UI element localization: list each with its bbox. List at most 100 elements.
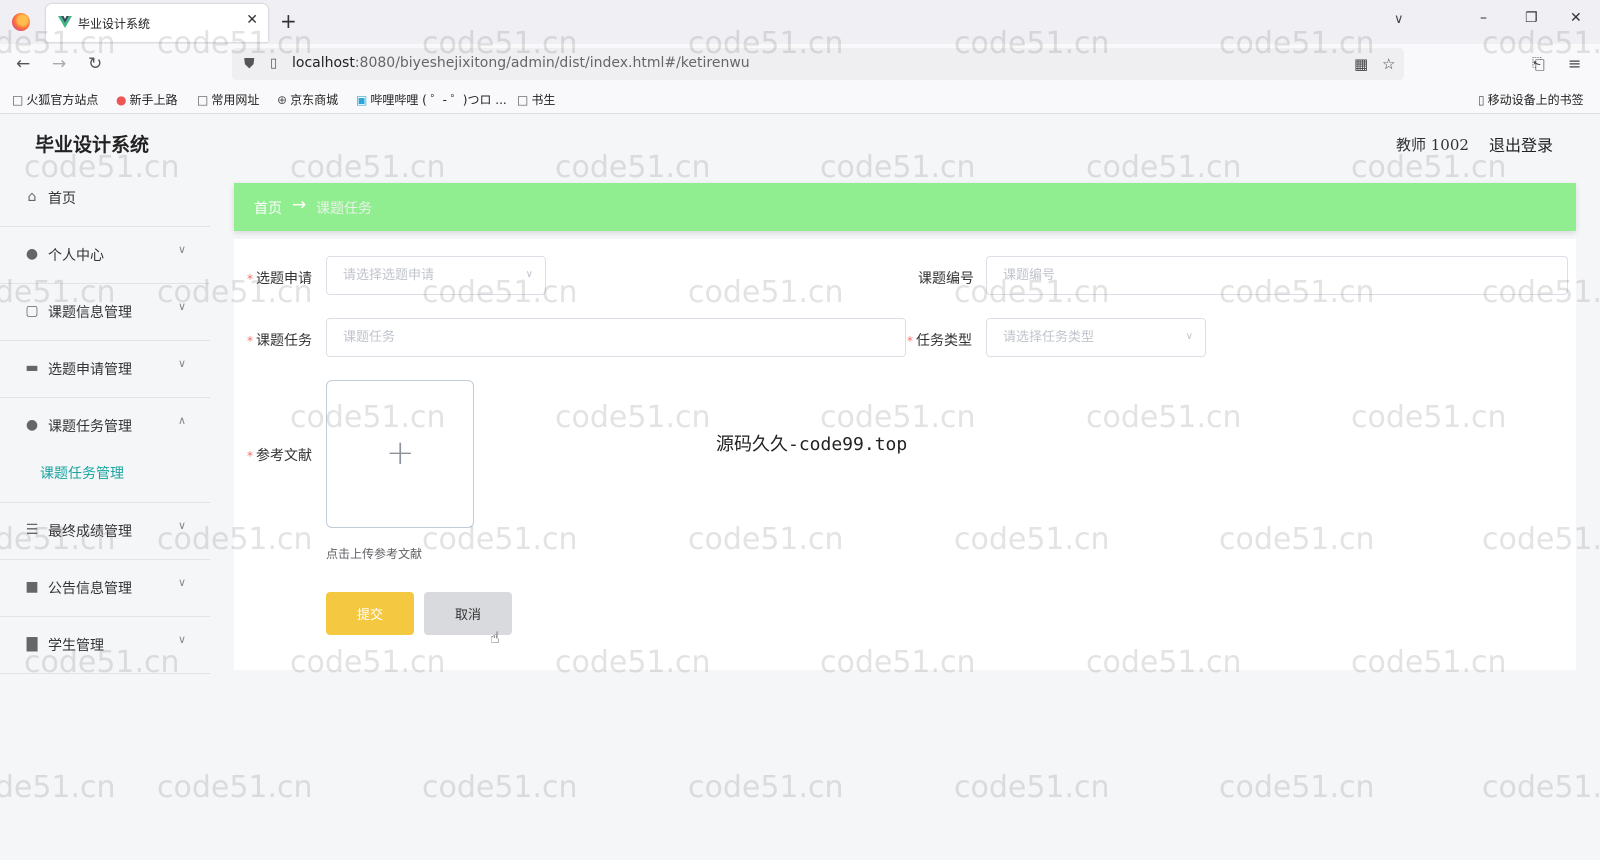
ticket-icon: ■ (25, 579, 39, 595)
url-bar[interactable]: ⛊ ▯ localhost:8080/biyeshejixitong/admin… (232, 48, 1404, 80)
minimize-icon[interactable]: – (1480, 10, 1487, 26)
required-mark: * (247, 449, 253, 463)
sidebar-item-label: 学生管理 (48, 638, 104, 654)
task-type-label: * 任务类型 (907, 330, 972, 350)
task-field[interactable] (327, 319, 905, 356)
browser-tab[interactable]: 毕业设计系统 ✕ (46, 4, 268, 42)
watermark: code51.cn (422, 770, 578, 805)
folder-icon: □ (12, 93, 24, 107)
vue-favicon-icon (58, 16, 72, 28)
sidebar-subitem-task-manage[interactable]: 课题任务管理 (0, 455, 210, 503)
topic-no-input[interactable] (986, 256, 1568, 295)
new-tab-button[interactable]: + (280, 9, 297, 33)
sidebar-item-final-score[interactable]: ☰ 最终成绩管理 ∨ (0, 503, 210, 560)
folder-icon: □ (197, 93, 209, 107)
sidebar-subitem-label: 课题任务管理 (40, 466, 124, 482)
submit-button[interactable]: 提交 (326, 592, 414, 635)
chat-icon: ▢ (25, 303, 39, 319)
task-type-select-input[interactable] (987, 319, 1205, 356)
browser-tab-bar: 毕业设计系统 ✕ + ∨ – ❐ ✕ (0, 0, 1600, 44)
list-tabs-chevron-icon[interactable]: ∨ (1394, 12, 1404, 27)
breadcrumb-arrow-icon: → (292, 195, 307, 215)
task-input[interactable] (326, 318, 906, 357)
bookmark-item[interactable]: □ 火狐官方站点 (12, 91, 98, 108)
bilibili-icon: ▣ (356, 93, 368, 107)
sidebar-item-label: 课题任务管理 (48, 419, 132, 435)
bar-chart-icon: ▇ (26, 636, 38, 652)
sidebar: ⌂ 首页 ● 个人中心 ∨ ▢ 课题信息管理 ∨ ▬ 选题申请管理 ∨ ● 课题… (0, 170, 210, 674)
breadcrumb: 首页 → 课题任务 (234, 183, 1576, 231)
topic-no-field[interactable] (987, 257, 1567, 294)
sidebar-item-label: 公告信息管理 (48, 581, 132, 597)
user-icon: ● (25, 417, 39, 433)
restore-icon[interactable]: ❐ (1525, 10, 1538, 26)
back-icon[interactable]: ← (16, 54, 30, 74)
extensions-icon[interactable]: ⎗ (1532, 54, 1545, 74)
firefox-icon: ● (116, 93, 127, 107)
home-icon: ⌂ (27, 189, 37, 205)
required-mark: * (907, 334, 913, 348)
task-type-select[interactable]: ∨ (986, 318, 1206, 357)
firefox-icon[interactable] (12, 13, 30, 31)
qr-code-icon[interactable]: ▦ (1354, 55, 1368, 73)
watermark: code51.cn (1351, 150, 1507, 185)
application-select[interactable]: ∨ (326, 256, 546, 295)
task-type-label-text: 任务类型 (916, 333, 972, 349)
url-text[interactable]: localhost:8080/biyeshejixitong/admin/dis… (292, 55, 750, 71)
sidebar-item-home[interactable]: ⌂ 首页 (0, 170, 210, 227)
sidebar-item-profile[interactable]: ● 个人中心 ∨ (0, 227, 210, 284)
chevron-down-icon: ∨ (178, 243, 187, 256)
watermark: code51.cn (820, 150, 976, 185)
upload-tip: 点击上传参考文献 (326, 547, 423, 561)
reference-label-text: 参考文献 (256, 448, 312, 464)
watermark: code51.cn (555, 150, 711, 185)
chevron-up-icon: ∧ (178, 414, 187, 427)
mobile-bookmarks[interactable]: ▯ 移动设备上的书签 (1478, 91, 1584, 108)
reference-label: * 参考文献 (247, 445, 312, 465)
chevron-down-icon: ∨ (178, 519, 187, 532)
sidebar-item-label: 课题信息管理 (48, 305, 132, 321)
hand-cursor-icon: ☝ (490, 628, 500, 647)
bookmark-item[interactable]: □ 书生 (517, 91, 555, 108)
sidebar-item-student[interactable]: ▇ 学生管理 ∨ (0, 617, 210, 674)
plus-icon: + (386, 433, 415, 473)
chevron-down-icon: ∨ (178, 300, 187, 313)
required-mark: * (247, 272, 253, 286)
list-icon: ☰ (25, 522, 39, 538)
bookmarks-bar: □ 火狐官方站点 ● 新手上路 □ 常用网址 ⊕ 京东商城 ▣ 哔哩哔哩 ( ゜- ゜)つ… (0, 84, 1600, 114)
watermark: code51.cn (1219, 770, 1375, 805)
bookmark-item[interactable]: □ 常用网址 (197, 91, 259, 108)
sidebar-item-notice[interactable]: ■ 公告信息管理 ∨ (0, 560, 210, 617)
breadcrumb-current: 课题任务 (316, 201, 372, 217)
sidebar-item-topic-info[interactable]: ▢ 课题信息管理 ∨ (0, 284, 210, 341)
forward-icon[interactable]: → (52, 54, 66, 74)
page-info-icon[interactable]: ▯ (270, 56, 277, 71)
bookmark-item[interactable]: ● 新手上路 (116, 91, 178, 108)
sidebar-item-task[interactable]: ● 课题任务管理 ∧ (0, 398, 210, 455)
bookmark-item[interactable]: ⊕ 京东商城 (277, 91, 338, 108)
task-label: * 课题任务 (247, 330, 312, 350)
logout-button[interactable]: 退出登录 (1489, 132, 1553, 156)
tab-close-icon[interactable]: ✕ (246, 12, 258, 28)
chevron-down-icon: ∨ (178, 357, 187, 370)
shield-icon[interactable]: ⛊ (244, 56, 255, 72)
watermark: code51.cn (290, 150, 446, 185)
sidebar-item-label: 选题申请管理 (48, 362, 132, 378)
user-icon: ● (25, 246, 39, 262)
breadcrumb-home[interactable]: 首页 (254, 198, 282, 218)
window-close-icon[interactable]: ✕ (1570, 10, 1582, 26)
bookmark-star-icon[interactable]: ☆ (1382, 55, 1395, 73)
application-select-input[interactable] (327, 257, 545, 294)
required-mark: * (247, 334, 253, 348)
bookmark-item[interactable]: ▣ 哔哩哔哩 ( ゜- ゜)つロ ... (356, 91, 507, 108)
menu-icon[interactable]: ≡ (1568, 54, 1581, 73)
reference-upload[interactable]: + (326, 380, 474, 528)
sidebar-item-application[interactable]: ▬ 选题申请管理 ∨ (0, 341, 210, 398)
overlay-text: 源码久久-code99.top (716, 434, 908, 455)
chevron-down-icon: ∨ (1185, 331, 1193, 342)
sidebar-item-label: 首页 (48, 191, 76, 207)
watermark: code51.cn (0, 770, 116, 805)
reload-icon[interactable]: ↻ (88, 54, 102, 74)
watermark: code51.cn (157, 770, 313, 805)
browser-nav-bar: ← → ↻ ⛊ ▯ localhost:8080/biyeshejixitong… (0, 44, 1600, 84)
